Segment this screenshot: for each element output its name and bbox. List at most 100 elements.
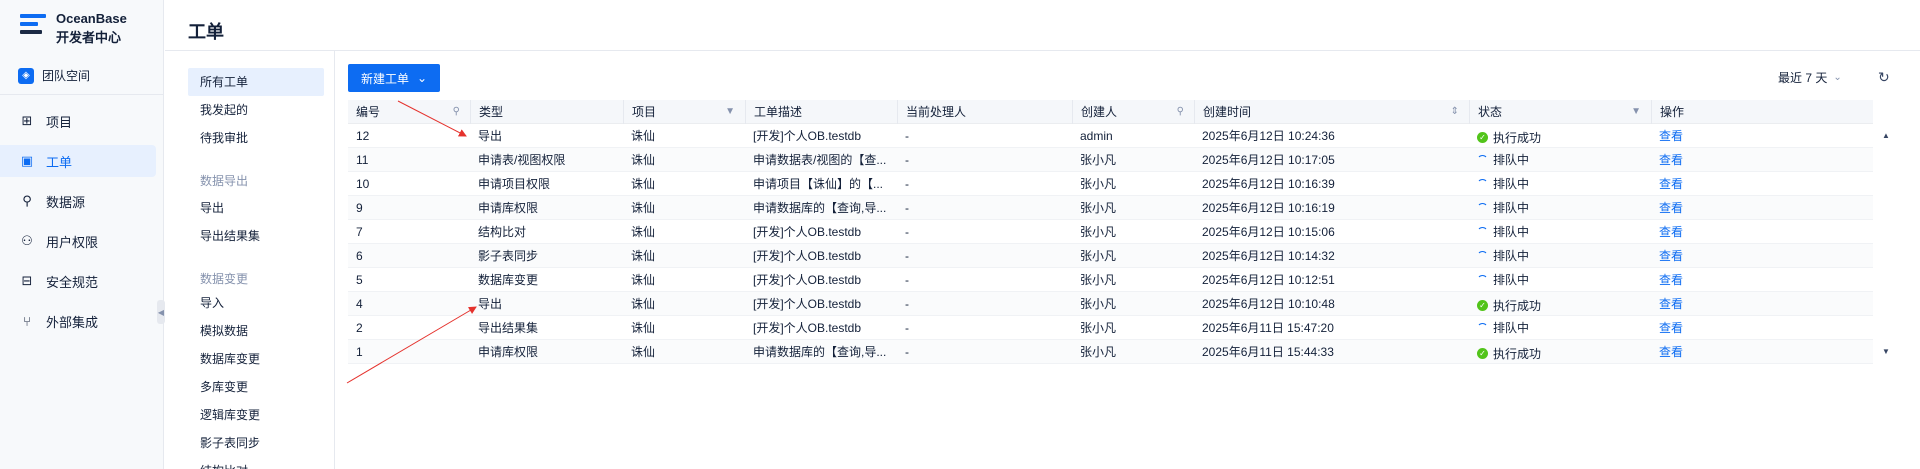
new-ticket-button[interactable]: 新建工单 ⌄ (348, 64, 440, 92)
refresh-icon[interactable]: ↻ (1878, 69, 1890, 86)
view-link[interactable]: 查看 (1651, 244, 1873, 268)
cell-project: 诛仙 (631, 201, 656, 215)
submenu-multi-db-change[interactable]: 多库变更 (188, 373, 324, 401)
nav-item-label: 外部集成 (46, 314, 99, 330)
column-header-handler[interactable]: 当前处理人 (897, 100, 1072, 124)
submenu-export-resultset[interactable]: 导出结果集 (188, 222, 324, 250)
cell-project: 诛仙 (631, 273, 656, 287)
view-link[interactable]: 查看 (1651, 292, 1873, 316)
submenu-db-change[interactable]: 数据库变更 (188, 345, 324, 373)
cell-created-time: 2025年6月12日 10:10:48 (1202, 297, 1335, 311)
submenu-logical-db-change[interactable]: 逻辑库变更 (188, 401, 324, 429)
column-header-actions: 操作 (1651, 100, 1873, 124)
brand-logo[interactable]: OceanBase 开发者中心 (20, 10, 127, 48)
team-space-switcher[interactable]: ◈ 团队空间 (18, 67, 90, 84)
search-icon[interactable]: ⚲ (1177, 100, 1184, 124)
chevron-left-icon: ◀ (157, 307, 165, 317)
cell-type: 导出 (478, 297, 503, 311)
cell-type: 申请项目权限 (478, 177, 551, 191)
view-link[interactable]: 查看 (1651, 316, 1873, 340)
cell-creator: 张小凡 (1080, 225, 1117, 239)
status-text: 执行成功 (1493, 298, 1542, 313)
nav-item-tickets[interactable]: ▣ 工单 (0, 145, 156, 177)
submenu-shadow-table-sync[interactable]: 影子表同步 (188, 429, 324, 457)
view-link[interactable]: 查看 (1651, 220, 1873, 244)
submenu-my-tickets[interactable]: 我发起的 (188, 96, 324, 124)
time-range-value: 最近 7 天 (1778, 71, 1828, 85)
table-row[interactable]: 6 影子表同步 诛仙 [开发]个人OB.testdb - 张小凡 2025年6月12日 10… (348, 244, 1873, 268)
table-row[interactable]: 4 导出 诛仙 [开发]个人OB.testdb - 张小凡 2025年6月12日 10:10… (348, 292, 1873, 316)
view-link[interactable]: 查看 (1651, 124, 1873, 148)
column-header-creator[interactable]: 创建人 ⚲ (1072, 100, 1194, 124)
cell-creator: 张小凡 (1080, 273, 1117, 287)
nav-item-user-permissions[interactable]: ⚇ 用户权限 (0, 225, 156, 257)
table-row[interactable]: 2 导出结果集 诛仙 [开发]个人OB.testdb - 张小凡 2025年6月11日 15… (348, 316, 1873, 340)
new-ticket-label: 新建工单 (360, 71, 409, 86)
table-row[interactable]: 5 数据库变更 诛仙 [开发]个人OB.testdb - 张小凡 2025年6月12日 10… (348, 268, 1873, 292)
filter-icon[interactable]: ▼ (1631, 100, 1641, 124)
time-range-select[interactable]: 最近 7 天 ⌄ (1778, 69, 1842, 86)
cell-status: 排队中 (1469, 220, 1651, 244)
submenu-import[interactable]: 导入 (188, 289, 324, 317)
column-header-type[interactable]: 类型 (470, 100, 623, 124)
table-row[interactable]: 1 申请库权限 诛仙 申请数据库的【查询,导... - 张小凡 2025年6月11日 15:… (348, 340, 1873, 364)
submenu-pending-approval[interactable]: 待我审批 (188, 124, 324, 152)
cell-status: 排队中 (1469, 148, 1651, 172)
sort-icon[interactable]: ⇕ (1451, 100, 1459, 124)
cell-description: 申请项目【诛仙】的【... (753, 177, 884, 191)
cell-project: 诛仙 (631, 345, 656, 359)
search-icon[interactable]: ⚲ (453, 100, 460, 124)
cell-description: [开发]个人OB.testdb (753, 321, 862, 335)
cell-created-time: 2025年6月12日 10:16:19 (1202, 201, 1335, 215)
scroll-down-arrow-icon[interactable]: ▼ (1882, 347, 1890, 356)
cell-handler: - (905, 225, 909, 239)
cell-handler: - (905, 297, 909, 311)
table-row[interactable]: 9 申请库权限 诛仙 申请数据库的【查询,导... - 张小凡 2025年6月12日 10:… (348, 196, 1873, 220)
table-body: 12 导出 诛仙 [开发]个人OB.testdb - admin 2025年6月12日 10… (348, 124, 1873, 364)
column-header-project[interactable]: 项目 ▼ (623, 100, 745, 124)
view-link[interactable]: 查看 (1651, 172, 1873, 196)
header-divider (165, 50, 1920, 51)
cell-creator: 张小凡 (1080, 297, 1117, 311)
column-header-created-time[interactable]: 创建时间 ⇕ (1194, 100, 1469, 124)
cell-project: 诛仙 (631, 153, 656, 167)
ticket-submenu: 所有工单 我发起的 待我审批 数据导出 导出 导出结果集 数据变更 导入 模拟数… (165, 51, 335, 469)
cell-creator: 张小凡 (1080, 201, 1117, 215)
table-row[interactable]: 11 申请表/视图权限 诛仙 申请数据表/视图的【查... - 张小凡 2025年6月12日… (348, 148, 1873, 172)
table-row[interactable]: 12 导出 诛仙 [开发]个人OB.testdb - admin 2025年6月12日 10… (348, 124, 1873, 148)
collapse-nav-button[interactable]: ◀ (157, 300, 165, 324)
table-header: 编号 ⚲ 类型 项目 ▼ 工单描述 当前处理人 创建人 ⚲ 创建时间 ⇕ 状态 ▼ 操作 (348, 100, 1873, 124)
column-header-description[interactable]: 工单描述 (745, 100, 897, 124)
table-row[interactable]: 7 结构比对 诛仙 [开发]个人OB.testdb - 张小凡 2025年6月12日 10:… (348, 220, 1873, 244)
submenu-mock-data[interactable]: 模拟数据 (188, 317, 324, 345)
nav-item-integration[interactable]: ⑂ 外部集成 (0, 305, 156, 337)
cell-handler: - (905, 153, 909, 167)
cell-handler: - (905, 345, 909, 359)
cell-type: 申请表/视图权限 (478, 153, 566, 167)
cell-status: 排队中 (1469, 172, 1651, 196)
nav-item-security-rules[interactable]: ⊟ 安全规范 (0, 265, 156, 297)
column-header-status[interactable]: 状态 ▼ (1469, 100, 1651, 124)
view-link[interactable]: 查看 (1651, 340, 1873, 364)
view-link[interactable]: 查看 (1651, 148, 1873, 172)
nav-item-label: 数据源 (46, 194, 86, 210)
scroll-up-arrow-icon[interactable]: ▲ (1882, 131, 1890, 140)
column-header-id[interactable]: 编号 ⚲ (348, 100, 470, 124)
loading-spinner-icon (1477, 154, 1488, 166)
submenu-structure-compare[interactable]: 结构比对 (188, 457, 324, 469)
table-row[interactable]: 10 申请项目权限 诛仙 申请项目【诛仙】的【... - 张小凡 2025年6月12日 10… (348, 172, 1873, 196)
nav-item-datasource[interactable]: ⚲ 数据源 (0, 185, 156, 217)
left-nav: OceanBase 开发者中心 ◈ 团队空间 ⊞ 项目 ▣ 工单 ⚲ 数据源 ⚇… (0, 0, 164, 469)
cell-type: 导出结果集 (478, 321, 539, 335)
submenu-all-tickets[interactable]: 所有工单 (188, 68, 324, 96)
filter-icon[interactable]: ▼ (725, 100, 735, 124)
cell-handler: - (905, 249, 909, 263)
cell-id: 5 (356, 273, 363, 287)
nav-item-project[interactable]: ⊞ 项目 (0, 105, 156, 137)
cell-project: 诛仙 (631, 321, 656, 335)
submenu-export[interactable]: 导出 (188, 194, 324, 222)
cell-creator: 张小凡 (1080, 345, 1117, 359)
view-link[interactable]: 查看 (1651, 196, 1873, 220)
view-link[interactable]: 查看 (1651, 268, 1873, 292)
cell-type: 数据库变更 (478, 273, 539, 287)
